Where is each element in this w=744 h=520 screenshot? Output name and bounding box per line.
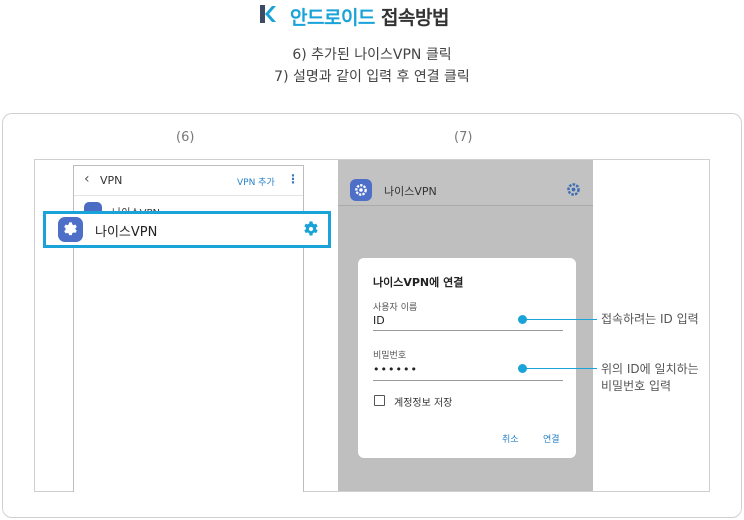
annotation-password: 위의 ID에 일치하는 비밀번호 입력 bbox=[601, 361, 699, 395]
title-accent: 안드로이드 bbox=[290, 7, 375, 29]
brand-logo-icon bbox=[260, 5, 276, 23]
cancel-button[interactable]: 취소 bbox=[502, 432, 519, 445]
password-underline bbox=[373, 380, 563, 381]
save-account-checkbox[interactable] bbox=[374, 395, 385, 406]
page-header: 안드로이드 접속방법 bbox=[0, 0, 744, 40]
username-label: 사용자 이름 bbox=[373, 303, 418, 313]
gear-icon[interactable] bbox=[302, 220, 320, 238]
vpn-screen-title: VPN bbox=[100, 174, 123, 187]
page-title: 안드로이드 접속방법 bbox=[290, 3, 449, 30]
vpn-settings-icon bbox=[350, 179, 372, 201]
annotation-id: 접속하려는 ID 입력 bbox=[601, 312, 699, 326]
password-field[interactable]: •••••• bbox=[373, 363, 418, 376]
step-6-text: 6) 추가된 나이스VPN 클릭 bbox=[292, 47, 452, 63]
title-rest: 접속방법 bbox=[381, 7, 449, 29]
annotation-password-line2: 비밀번호 입력 bbox=[601, 379, 672, 393]
vpn-connect-dialog: 나이스VPN에 연결 사용자 이름 ID 비밀번호 •••••• 계정정보 저장… bbox=[358, 258, 576, 458]
vpn-item-label: 나이스VPN bbox=[95, 225, 158, 240]
connect-button[interactable]: 연결 bbox=[543, 432, 560, 445]
vpn-connect-screen: 나이스VPN 나이스VPN에 연결 사용자 이름 ID 비밀번호 •••••• … bbox=[338, 160, 593, 491]
callout-line-password bbox=[523, 368, 597, 369]
chevron-left-icon[interactable]: ‹ bbox=[84, 171, 90, 187]
gear-icon bbox=[567, 183, 580, 196]
username-underline bbox=[373, 330, 563, 331]
vpn-settings-icon bbox=[58, 217, 83, 242]
password-label: 비밀번호 bbox=[373, 351, 407, 361]
step-7-label: (7) bbox=[454, 130, 473, 145]
add-vpn-button[interactable]: VPN 추가 bbox=[237, 175, 275, 188]
vpn-item-label: 나이스VPN bbox=[384, 185, 437, 198]
callout-line-id bbox=[523, 319, 597, 320]
step-6-label: (6) bbox=[176, 130, 195, 145]
step-instructions: 6) 추가된 나이스VPN 클릭 7) 설명과 같이 입력 후 연결 클릭 bbox=[0, 44, 744, 88]
username-field[interactable]: ID bbox=[373, 314, 385, 327]
dialog-title: 나이스VPN에 연결 bbox=[373, 276, 464, 289]
more-vertical-icon[interactable]: ⋮ bbox=[287, 172, 299, 186]
annotation-password-line1: 위의 ID에 일치하는 bbox=[601, 362, 699, 376]
save-account-label: 계정정보 저장 bbox=[394, 398, 453, 409]
step-7-text: 7) 설명과 같이 입력 후 연결 클릭 bbox=[274, 69, 470, 85]
vpn-list-item-highlighted[interactable]: 나이스VPN bbox=[43, 211, 331, 248]
vpn-list-dimmed: 나이스VPN bbox=[338, 160, 593, 206]
vpn-app-bar: ‹ VPN VPN 추가 ⋮ bbox=[74, 166, 303, 196]
